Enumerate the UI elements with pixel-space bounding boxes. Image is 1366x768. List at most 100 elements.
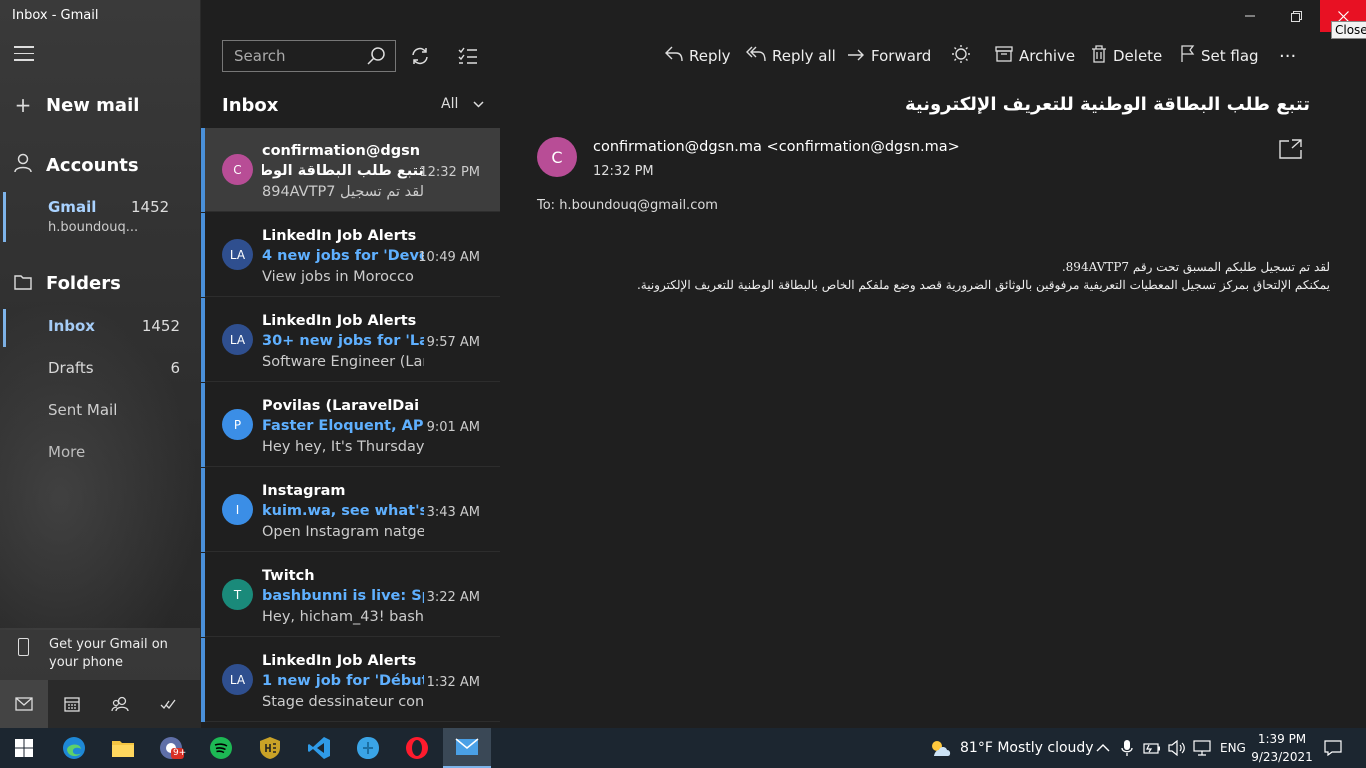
language-indicator[interactable]: ENG — [1220, 728, 1246, 768]
set-flag-button[interactable]: Set flag — [1181, 44, 1259, 68]
selection-mode-icon[interactable] — [456, 44, 480, 68]
message-subject: 30+ new jobs for 'Laravel' — [262, 333, 424, 349]
message-sender: Twitch — [262, 568, 315, 584]
folder-count: 6 — [170, 359, 180, 377]
recipient-line: To: h.boundouq@gmail.com — [537, 198, 718, 213]
reply-all-icon — [746, 46, 766, 67]
message-subject: bashbunni is live: Splitgate — [262, 588, 424, 604]
message-row[interactable]: LA LinkedIn Job Alerts 30+ new jobs for … — [201, 298, 500, 382]
edge-browser-icon[interactable] — [50, 728, 98, 768]
accounts-label: Accounts — [46, 154, 139, 176]
set-flag-label: Set flag — [1201, 47, 1259, 65]
reply-label: Reply — [689, 47, 731, 65]
mail-icon[interactable] — [0, 680, 48, 728]
weather-widget[interactable]: 81°F Mostly cloudy — [928, 728, 1094, 768]
people-icon[interactable] — [96, 680, 144, 728]
message-preview: Hey, hicham_43! bashbunni — [262, 609, 424, 625]
reply-icon — [665, 46, 683, 67]
message-row[interactable]: T Twitch bashbunni is live: Splitgate 3:… — [201, 553, 500, 637]
sender-avatar: C — [537, 137, 577, 177]
hamburger-menu-icon[interactable] — [14, 46, 34, 62]
message-row[interactable]: LA LinkedIn Job Alerts 1 new job for 'Dé… — [201, 638, 500, 722]
message-time: 10:49 AM — [418, 250, 480, 265]
minimize-button[interactable] — [1227, 0, 1273, 32]
unread-indicator — [201, 383, 205, 467]
vscode-icon[interactable] — [295, 728, 343, 768]
folder-drafts[interactable]: Drafts 6 — [0, 351, 200, 387]
message-time: 12:32 PM — [419, 165, 480, 180]
forward-arrow-icon — [847, 46, 865, 67]
restore-button[interactable] — [1273, 0, 1319, 32]
file-explorer-icon[interactable] — [99, 728, 147, 768]
message-preview: View jobs in Morocco — [262, 269, 414, 285]
flag-icon — [1181, 44, 1195, 68]
mail-app-taskbar-icon[interactable] — [443, 728, 491, 768]
unread-indicator — [201, 553, 205, 637]
filter-dropdown[interactable]: All — [441, 96, 484, 112]
avatar: LA — [222, 664, 253, 695]
message-subject: تتبع طلب البطاقة الوطنية — [262, 163, 424, 179]
more-actions-button[interactable]: ··· — [1279, 44, 1296, 68]
sender-address[interactable]: confirmation@dgsn.ma <confirmation@dgsn.… — [593, 139, 960, 155]
message-time: 9:01 AM — [426, 420, 480, 435]
close-tooltip: Close — [1331, 21, 1366, 39]
chevron-down-icon — [473, 96, 484, 112]
archive-button[interactable]: Archive — [995, 44, 1075, 68]
spotify-icon[interactable] — [197, 728, 245, 768]
new-mail-button[interactable]: + New mail — [0, 92, 200, 118]
microphone-icon[interactable] — [1121, 728, 1133, 768]
theme-toggle-button[interactable] — [951, 44, 977, 68]
archive-label: Archive — [1019, 47, 1076, 65]
window-title: Inbox - Gmail — [12, 8, 99, 23]
message-row[interactable]: I Instagram kuim.wa, see what's been 3:4… — [201, 468, 500, 552]
chrome-icon[interactable]: 9+ — [148, 728, 196, 768]
accounts-button[interactable]: Accounts — [0, 152, 200, 178]
volume-icon[interactable] — [1168, 728, 1186, 768]
message-row[interactable]: C confirmation@dgsn.ma تتبع طلب البطاقة … — [201, 128, 500, 212]
message-subject: Faster Eloquent, API Resources — [262, 418, 424, 434]
todo-icon[interactable] — [144, 680, 192, 728]
get-gmail-on-phone-link[interactable]: Get your Gmail on your phone — [0, 628, 200, 680]
folder-inbox[interactable]: Inbox 1452 — [0, 309, 200, 347]
plus-icon: + — [14, 93, 32, 117]
person-icon — [0, 153, 46, 178]
app-icon[interactable] — [344, 728, 392, 768]
account-gmail[interactable]: Gmail 1452 h.boundouq... — [0, 190, 200, 242]
opera-icon[interactable] — [393, 728, 441, 768]
reply-all-label: Reply all — [772, 47, 836, 65]
avatar: I — [222, 494, 253, 525]
hotspot-shield-icon[interactable] — [246, 728, 294, 768]
network-icon[interactable] — [1193, 728, 1211, 768]
archive-icon — [995, 45, 1013, 67]
taskbar-clock[interactable]: 1:39 PM 9/23/2021 — [1250, 730, 1314, 766]
notifications-icon[interactable] — [1324, 728, 1342, 768]
search-icon[interactable] — [366, 46, 386, 66]
phone-icon — [18, 638, 29, 656]
notification-badge: 9+ — [173, 748, 187, 758]
forward-button[interactable]: Forward — [847, 44, 931, 68]
search-box[interactable] — [222, 40, 396, 72]
clock-date: 9/23/2021 — [1251, 750, 1313, 764]
message-sender: LinkedIn Job Alerts — [262, 313, 417, 329]
message-row[interactable]: LA LinkedIn Job Alerts 4 new jobs for 'D… — [201, 213, 500, 297]
calendar-icon[interactable] — [48, 680, 96, 728]
folder-more[interactable]: More — [0, 435, 200, 471]
message-preview: Software Engineer (Laravel — [262, 354, 424, 370]
account-unread-count: 1452 — [131, 198, 170, 216]
reply-all-button[interactable]: Reply all — [746, 44, 836, 68]
battery-icon[interactable] — [1143, 728, 1161, 768]
delete-button[interactable]: Delete — [1091, 44, 1162, 68]
sync-icon[interactable] — [408, 44, 432, 68]
message-sender: LinkedIn Job Alerts — [262, 653, 417, 669]
search-input[interactable] — [223, 41, 363, 71]
folder-sent-mail[interactable]: Sent Mail — [0, 393, 200, 429]
folders-button[interactable]: Folders — [0, 270, 200, 296]
message-subject: 1 new job for 'Débutant' — [262, 673, 424, 689]
show-hidden-icons-button[interactable] — [1096, 728, 1110, 768]
reply-button[interactable]: Reply — [665, 44, 731, 68]
open-in-new-window-icon[interactable] — [1279, 139, 1303, 159]
folder-name: Inbox — [48, 317, 95, 335]
avatar: LA — [222, 239, 253, 270]
message-row[interactable]: P Povilas (LaravelDaily) Faster Eloquent… — [201, 383, 500, 467]
windows-start-icon[interactable] — [0, 728, 48, 768]
